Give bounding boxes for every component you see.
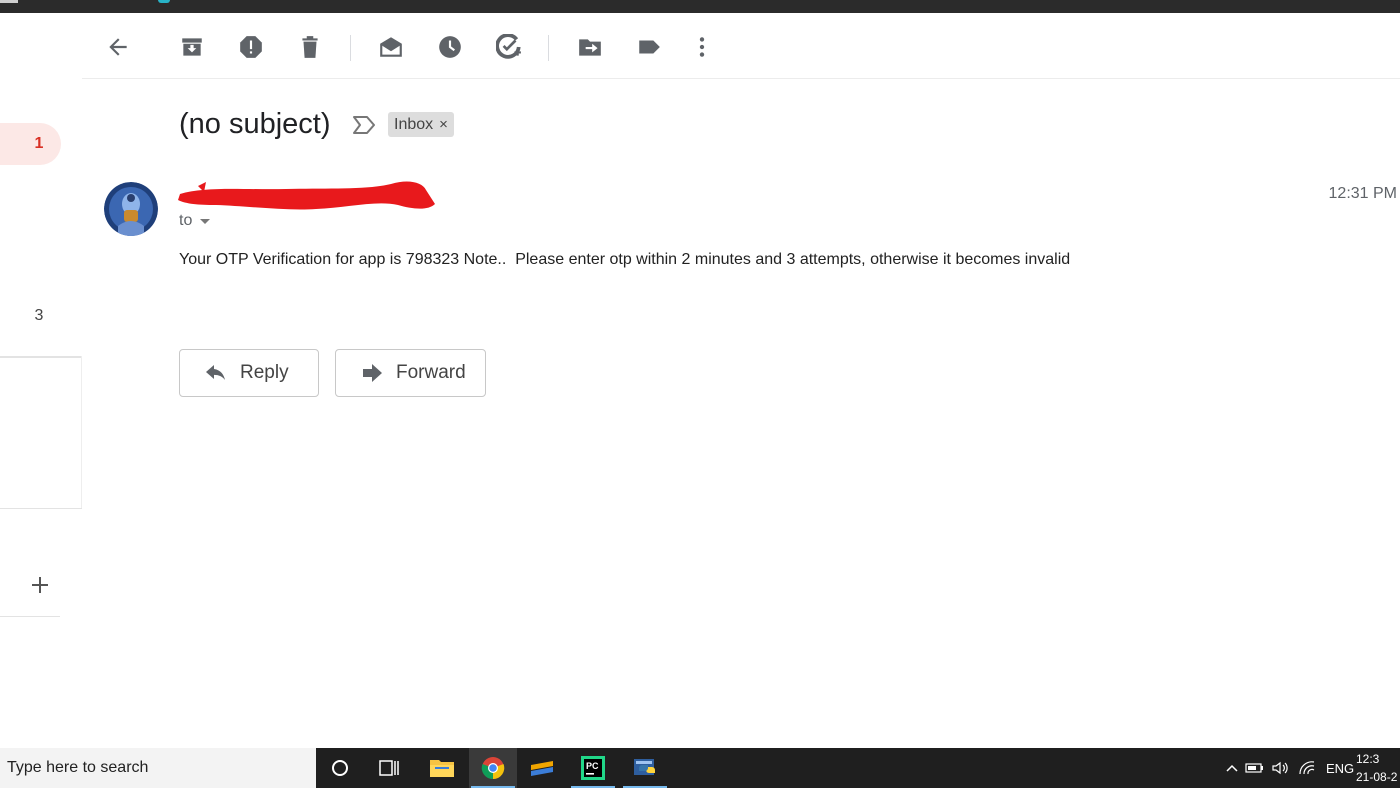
delete-icon[interactable] xyxy=(296,33,324,61)
message-toolbar xyxy=(82,13,1400,79)
more-vert-icon[interactable] xyxy=(688,33,716,61)
sender-avatar[interactable] xyxy=(104,182,158,236)
snooze-icon[interactable] xyxy=(436,33,464,61)
importance-marker-icon[interactable] xyxy=(351,113,377,137)
show-details-caret-icon[interactable] xyxy=(200,218,211,224)
inbox-label-chip: Inbox × xyxy=(388,112,454,137)
add-label-icon[interactable] xyxy=(26,571,54,599)
nav-inbox-unread-count: 1 xyxy=(34,135,44,152)
cortana-icon[interactable] xyxy=(316,748,364,788)
toolbar-separator xyxy=(350,35,351,61)
file-explorer-icon[interactable] xyxy=(418,748,466,788)
input-language-indicator[interactable]: ENG xyxy=(1326,761,1354,776)
sublime-text-icon[interactable] xyxy=(518,748,566,788)
reply-button[interactable]: Reply xyxy=(179,349,319,397)
nav-divider xyxy=(0,356,82,358)
label-chip-text: Inbox xyxy=(394,115,434,133)
redacted-sender-name xyxy=(176,178,438,214)
move-to-icon[interactable] xyxy=(576,33,604,61)
reply-icon xyxy=(206,365,225,380)
email-subject: (no subject) xyxy=(179,108,331,140)
report-spam-icon[interactable] xyxy=(237,33,265,61)
window-top-strip xyxy=(0,0,1400,13)
forward-button[interactable]: Forward xyxy=(335,349,486,397)
archive-icon[interactable] xyxy=(178,33,206,61)
nav-divider xyxy=(0,508,82,509)
taskbar-clock[interactable]: 12:3 21-08-2 xyxy=(1356,750,1400,786)
toolbar-separator xyxy=(548,35,549,61)
volume-icon[interactable] xyxy=(1268,760,1294,776)
nav-item-count: 3 xyxy=(34,307,44,324)
left-navigation: 1 3 xyxy=(0,13,82,748)
remove-label-button[interactable]: × xyxy=(439,116,448,133)
mark-unread-icon[interactable] xyxy=(377,33,405,61)
pycharm-icon[interactable]: PC xyxy=(569,748,617,788)
top-strip-marker xyxy=(0,0,18,3)
python-app-icon[interactable] xyxy=(621,748,669,788)
email-timestamp: 12:31 PM xyxy=(1328,185,1397,202)
taskbar-search-placeholder: Type here to search xyxy=(7,759,149,776)
labels-icon[interactable] xyxy=(635,33,663,61)
add-to-tasks-icon[interactable] xyxy=(495,33,523,61)
recipient-line[interactable]: to xyxy=(179,212,211,230)
show-hidden-icons-chevron-icon[interactable] xyxy=(1222,763,1242,773)
battery-icon[interactable] xyxy=(1242,762,1268,774)
reply-label: Reply xyxy=(240,362,289,383)
wifi-icon[interactable] xyxy=(1294,760,1320,776)
chrome-taskbar-icon[interactable] xyxy=(469,748,517,788)
task-view-icon[interactable] xyxy=(366,748,414,788)
forward-label: Forward xyxy=(396,362,466,383)
top-strip-accent xyxy=(158,0,170,3)
clock-time: 12:3 xyxy=(1356,752,1380,766)
recipient-label: to xyxy=(179,212,193,229)
email-body: Your OTP Verification for app is 798323 … xyxy=(179,251,1071,268)
forward-icon xyxy=(363,364,382,382)
windows-taskbar: Type here to search PC ENG 12:3 21-08-2 xyxy=(0,748,1400,788)
nav-vertical-divider xyxy=(81,356,82,508)
nav-divider xyxy=(0,616,60,617)
back-arrow-icon[interactable] xyxy=(104,33,132,61)
pycharm-icon-label: PC xyxy=(586,761,599,771)
taskbar-search-box[interactable]: Type here to search xyxy=(0,748,316,788)
clock-date: 21-08-2 xyxy=(1356,770,1398,784)
system-tray: ENG xyxy=(1222,748,1354,788)
